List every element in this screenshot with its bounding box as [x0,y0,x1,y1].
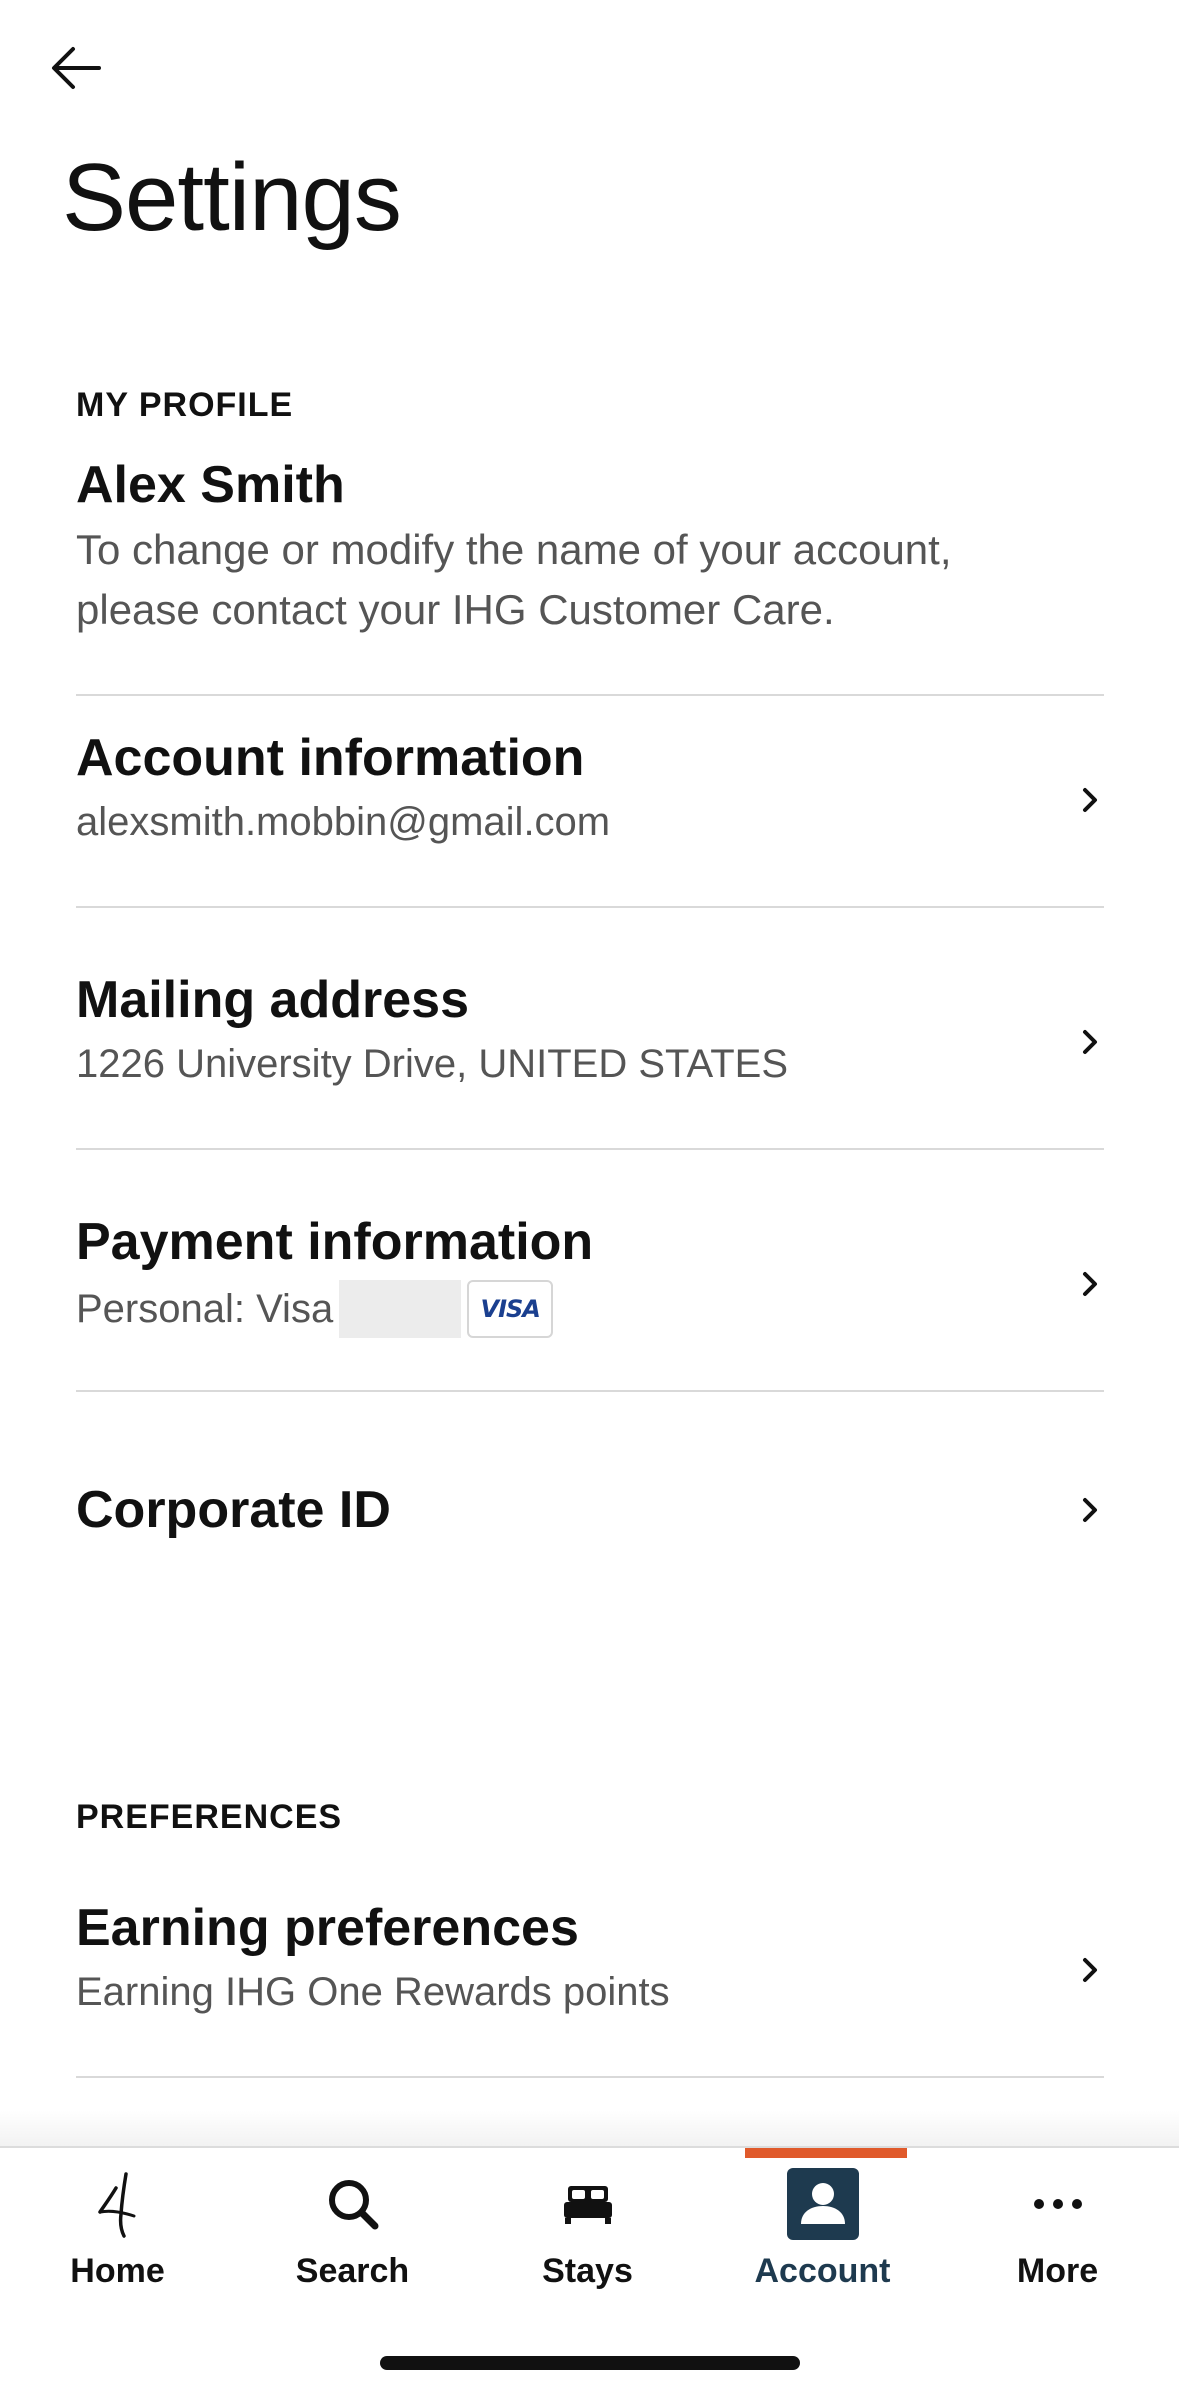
tab-more[interactable]: More [940,2148,1175,2318]
account-icon [786,2168,859,2240]
row-title: Payment information [76,1213,594,1271]
page-title: Settings [62,144,402,251]
row-title: Earning preferences [76,1899,579,1957]
tab-home[interactable]: Home [0,2148,235,2318]
divider [76,1390,1104,1392]
back-button[interactable] [44,36,108,100]
divider [76,2076,1104,2078]
row-payment-information[interactable]: Payment information Personal: Visa VISA [76,1212,1104,1362]
row-subtitle: alexsmith.mobbin@gmail.com [76,800,611,844]
chevron-right-icon [1076,1270,1104,1298]
section-header-my-profile: MY PROFILE [76,386,294,424]
more-icon [1022,2168,1094,2240]
tab-label: Stays [542,2252,633,2290]
tab-label: Account [754,2252,891,2290]
ihg-logo-icon [82,2168,154,2240]
tab-label: More [1016,2252,1099,2290]
search-icon [317,2168,389,2240]
row-title: Mailing address [76,971,469,1029]
section-header-preferences: PREFERENCES [76,1798,343,1836]
row-title: Account information [76,729,585,787]
bed-icon [552,2168,624,2240]
chevron-right-icon [1076,1956,1104,1984]
visa-card-icon: VISA [467,1280,554,1338]
row-earning-preferences[interactable]: Earning preferences Earning IHG One Rewa… [76,1898,1104,2048]
tab-stays[interactable]: Stays [470,2148,705,2318]
row-corporate-id[interactable]: Corporate ID [76,1480,1104,1560]
masked-card-number [339,1280,462,1338]
profile-name-note: To change or modify the name of your acc… [76,526,952,633]
row-subtitle: Personal: Visa VISA [76,1280,1104,1338]
chevron-right-icon [1076,1496,1104,1524]
arrow-left-icon [52,47,101,89]
home-indicator [380,2356,800,2370]
tab-search[interactable]: Search [235,2148,470,2318]
tabbar-shadow [0,2110,1179,2146]
row-account-information[interactable]: Account information alexsmith.mobbin@gma… [76,728,1104,878]
profile-name: Alex Smith [76,456,345,514]
row-subtitle: 1226 University Drive, UNITED STATES [76,1042,789,1086]
tab-label: Search [295,2252,410,2290]
chevron-right-icon [1076,1028,1104,1056]
tab-account[interactable]: Account [705,2148,940,2318]
row-mailing-address[interactable]: Mailing address 1226 University Drive, U… [76,970,1104,1120]
tab-label: Home [70,2252,165,2290]
row-subtitle: Earning IHG One Rewards points [76,1970,670,2014]
divider [76,1148,1104,1150]
divider [76,906,1104,908]
payment-label: Personal: Visa [76,1287,334,1331]
row-title: Corporate ID [76,1481,391,1539]
divider [76,694,1104,696]
chevron-right-icon [1076,786,1104,814]
